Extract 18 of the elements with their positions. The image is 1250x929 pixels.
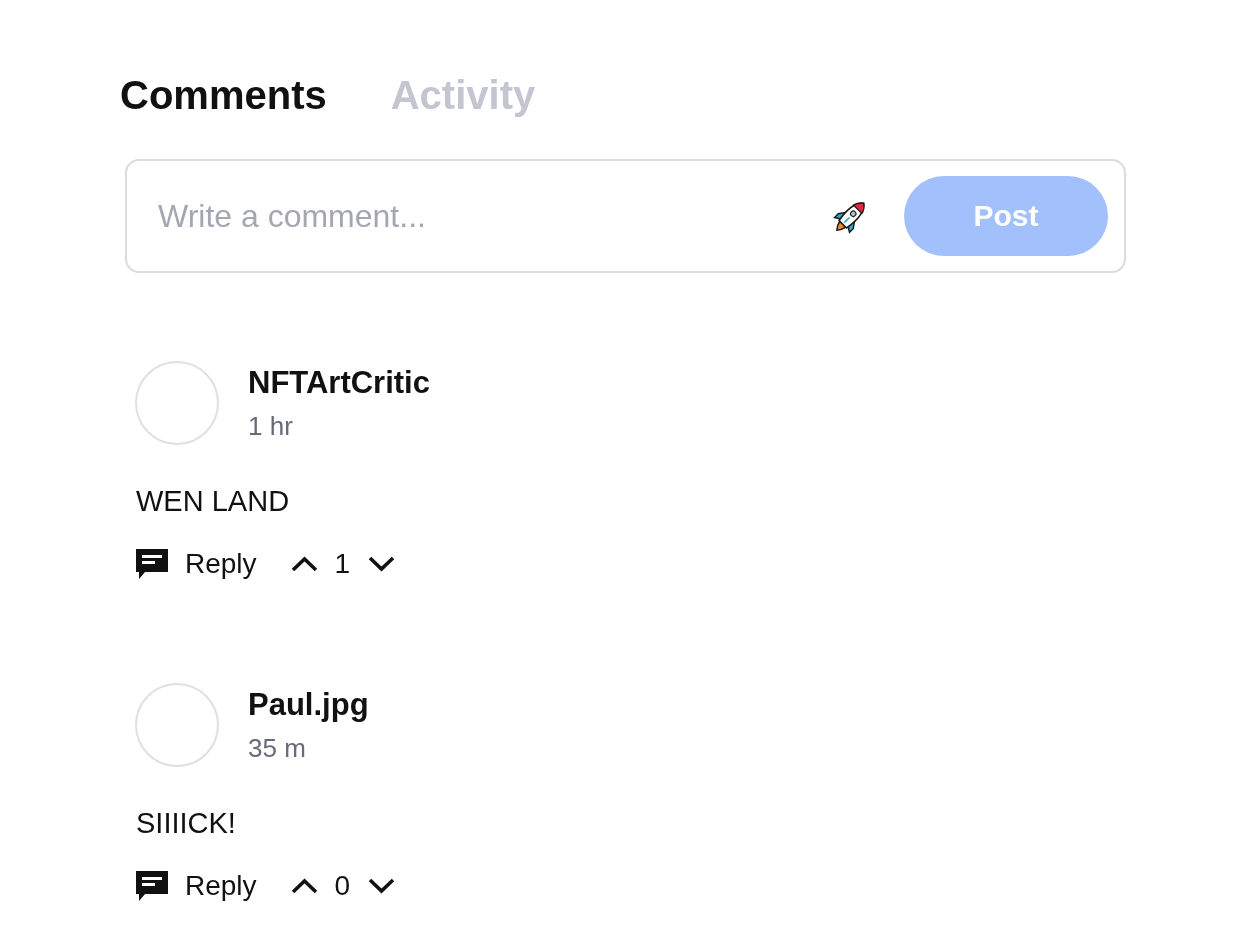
author-name: NFTArtCritic — [248, 365, 430, 401]
tab[interactable]: Comments — [120, 71, 327, 119]
comment-time: 1 hr — [248, 410, 293, 443]
reply-button[interactable]: Reply — [135, 546, 257, 582]
chevron-down-icon[interactable] — [368, 878, 396, 894]
comment-text: WEN LAND — [136, 484, 290, 519]
comment-input[interactable]: Write a comment... — [158, 192, 820, 240]
comment-icon — [136, 871, 168, 901]
vote-count: 1 — [334, 547, 351, 581]
chevron-up-icon[interactable] — [290, 878, 318, 894]
vote-count: 0 — [334, 869, 351, 903]
author-name: Paul.jpg — [248, 687, 369, 723]
reply-button[interactable]: Reply — [135, 868, 257, 904]
chevron-up-icon[interactable] — [290, 556, 318, 572]
comment-time: 35 m — [248, 732, 306, 765]
comment-text: SIIIICK! — [136, 806, 236, 841]
comment-icon — [136, 549, 168, 579]
chevron-down-icon[interactable] — [368, 556, 396, 572]
